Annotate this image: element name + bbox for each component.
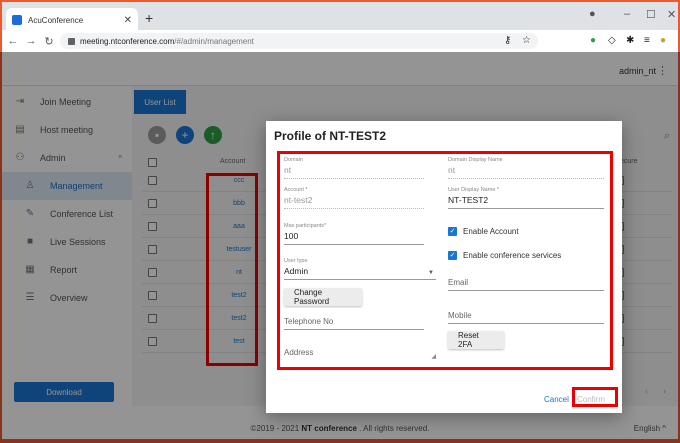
- user-display-name-input[interactable]: User Display Name * NT-TEST2: [448, 187, 604, 209]
- field-underline: [448, 323, 604, 324]
- url-host: meeting.ntconference.com: [80, 36, 175, 46]
- user-type-select[interactable]: User type Admin ▼: [284, 258, 436, 280]
- confirm-button[interactable]: Confirm: [577, 395, 605, 404]
- key-icon[interactable]: ⚷: [504, 35, 511, 46]
- playlist-icon[interactable]: ≡: [644, 35, 650, 46]
- field-underline: [284, 244, 424, 245]
- enable-services-checkbox[interactable]: ✓ Enable conference services: [448, 251, 561, 260]
- resize-handle-icon[interactable]: ◢: [431, 353, 436, 360]
- field-underline: [284, 208, 424, 209]
- field-label: User Display Name *: [448, 187, 500, 193]
- field-value: nt: [448, 165, 456, 175]
- field-underline: [284, 178, 424, 179]
- field-label: Domain Display Name: [448, 157, 503, 163]
- browser-tabstrip: AcuConference ✕ + ● – ☐ ✕: [0, 0, 680, 32]
- chevron-down-icon: ▼: [428, 270, 434, 276]
- tab-title: AcuConference: [28, 15, 84, 25]
- puzzle-icon[interactable]: ✱: [626, 35, 634, 46]
- dialog-title: Profile of NT-TEST2: [274, 129, 387, 143]
- field-underline: [284, 279, 436, 280]
- field-value: NT-TEST2: [448, 195, 489, 205]
- max-participants-input[interactable]: Max participants* 100: [284, 223, 424, 245]
- field-value: nt-test2: [284, 195, 313, 205]
- field-placeholder: Telephone No: [284, 317, 334, 326]
- field-value: nt: [284, 165, 292, 175]
- field-label: Domain: [284, 157, 303, 163]
- favicon-icon: [12, 15, 22, 25]
- forward-icon[interactable]: →: [24, 35, 38, 47]
- reload-icon[interactable]: ↻: [42, 35, 56, 48]
- window-close-icon[interactable]: ✕: [667, 8, 676, 21]
- telephone-input[interactable]: Telephone No: [284, 317, 424, 330]
- back-icon[interactable]: ←: [6, 35, 20, 47]
- address-textarea[interactable]: Address ◢: [284, 348, 438, 362]
- change-password-button[interactable]: Change Password: [284, 288, 362, 306]
- field-placeholder: Mobile: [448, 311, 472, 320]
- field-value: Admin: [284, 266, 309, 276]
- checkbox-label: Enable Account: [463, 227, 519, 236]
- lock-icon: [68, 37, 75, 45]
- shield-icon[interactable]: ◇: [608, 35, 616, 46]
- star-icon[interactable]: ☆: [522, 35, 531, 46]
- profile-icon[interactable]: ●: [589, 8, 596, 20]
- email-input[interactable]: Email: [448, 278, 604, 291]
- enable-account-checkbox[interactable]: ✓ Enable Account: [448, 227, 519, 236]
- check-icon: ✓: [448, 251, 457, 260]
- cancel-button[interactable]: Cancel: [544, 395, 569, 404]
- browser-toolbar: ← → ↻ ⌂ meeting.ntconference.com /#/admi…: [0, 30, 680, 52]
- new-tab-icon[interactable]: +: [145, 10, 153, 26]
- url-path: /#/admin/management: [174, 36, 254, 46]
- field-placeholder: Email: [448, 278, 469, 287]
- field-placeholder: Address: [284, 348, 314, 357]
- field-underline: [284, 329, 424, 330]
- browser-tab[interactable]: AcuConference ✕: [6, 8, 138, 32]
- account-field: Account * nt-test2: [284, 187, 424, 209]
- field-label: Account *: [284, 187, 308, 193]
- field-value: 100: [284, 231, 299, 241]
- domain-display-field: Domain Display Name nt: [448, 157, 604, 179]
- field-underline: [448, 178, 604, 179]
- field-label: Max participants*: [284, 223, 327, 229]
- extension-icon[interactable]: ●: [590, 35, 596, 46]
- domain-field: Domain nt: [284, 157, 424, 179]
- check-icon: ✓: [448, 227, 457, 236]
- mobile-input[interactable]: Mobile: [448, 311, 604, 324]
- checkbox-label: Enable conference services: [463, 251, 562, 260]
- close-icon[interactable]: ✕: [124, 15, 132, 26]
- field-underline: [448, 290, 604, 291]
- field-label: User type: [284, 258, 308, 264]
- address-bar[interactable]: meeting.ntconference.com /#/admin/manage…: [60, 33, 538, 49]
- maximize-icon[interactable]: ☐: [646, 8, 656, 21]
- profile-dialog: Profile of NT-TEST2 Domain nt Account * …: [266, 121, 622, 413]
- avatar-icon[interactable]: ●: [660, 35, 666, 46]
- reset-2fa-button[interactable]: Reset 2FA: [448, 331, 504, 349]
- minimize-icon[interactable]: –: [624, 8, 630, 20]
- field-underline: [448, 208, 604, 209]
